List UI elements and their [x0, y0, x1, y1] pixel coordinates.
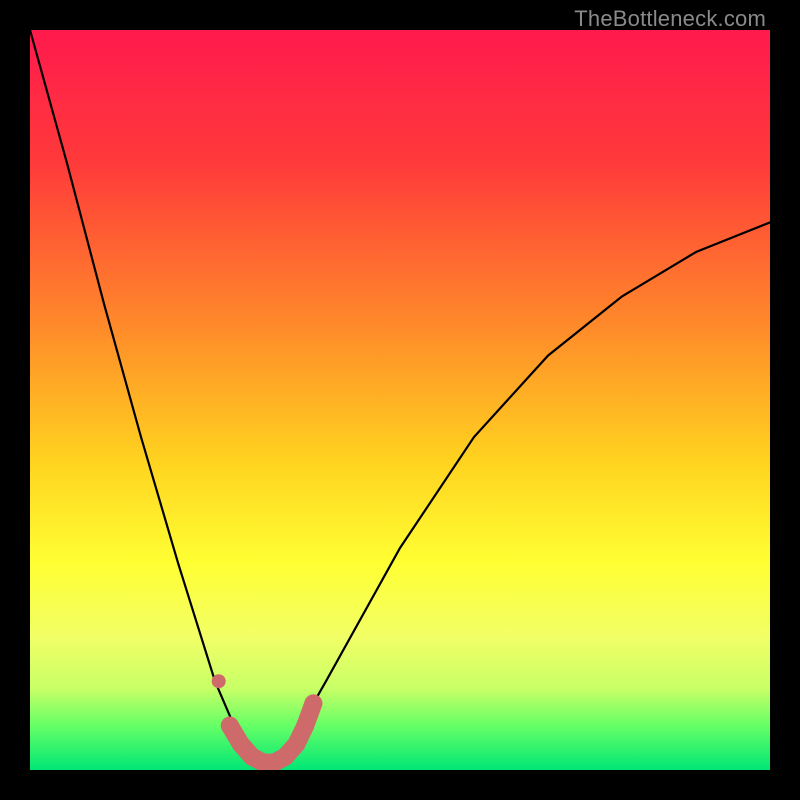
bottleneck-curve — [30, 30, 770, 770]
marker-dot — [287, 735, 305, 753]
watermark-text: TheBottleneck.com — [574, 6, 766, 32]
chart-frame: TheBottleneck.com — [0, 0, 800, 800]
plot-area — [30, 30, 770, 770]
highlighted-range — [212, 674, 323, 770]
marker-dot — [212, 674, 226, 688]
marker-dot — [221, 717, 239, 735]
marker-dot — [304, 694, 322, 712]
curve-overlay — [30, 30, 770, 770]
marker-dot — [296, 717, 314, 735]
